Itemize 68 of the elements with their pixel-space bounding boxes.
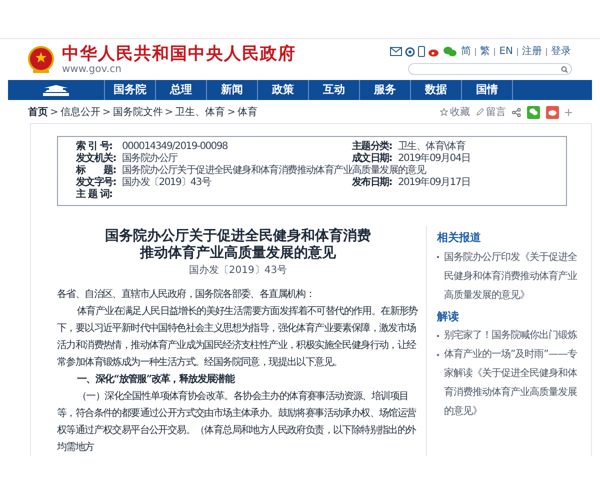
sidebar-heading: 相关报道 xyxy=(437,230,482,246)
related-link[interactable]: 别宅家了！国务院喊你出门锻炼 xyxy=(444,326,584,345)
sidebar-heading: 解读 xyxy=(437,308,460,324)
field-value: 国办发〔2019〕43号 xyxy=(122,177,212,189)
breadcrumb-separator: > xyxy=(102,106,111,120)
breadcrumb-link[interactable]: 信息公开 xyxy=(60,104,100,120)
action-link[interactable]: 收藏 xyxy=(440,104,470,120)
header-link[interactable]: 繁 xyxy=(479,44,492,59)
section-heading: 一、深化“放管服”改革，释放发展潜能 xyxy=(76,372,236,387)
field-label: 主 题 词: xyxy=(76,189,114,201)
article-title: 国务院办公厅关于促进全民健身和体育消费 xyxy=(104,228,372,244)
breadcrumb-separator: > xyxy=(227,106,236,120)
site-domain: www.gov.cn xyxy=(62,64,122,76)
field-value: 国务院办公厅关于促进全民健身和体育消费推动体育产业高质量发展的意见 xyxy=(122,165,426,176)
field-label: 标 题: xyxy=(76,165,117,176)
field-value: 卫生、体育\体育 xyxy=(398,141,465,153)
header-link[interactable]: 简 xyxy=(460,44,472,59)
field-label: 发文字号: xyxy=(76,177,117,188)
mail-icon[interactable] xyxy=(390,47,402,56)
action-link[interactable]: 留言 xyxy=(476,104,506,120)
pencil-icon xyxy=(476,108,484,116)
nav-tab[interactable]: 数据 xyxy=(411,80,462,100)
field-label: 索 引 号: xyxy=(76,141,114,152)
header-link[interactable]: EN xyxy=(498,44,514,59)
related-link[interactable]: 体育产业的一场”及时雨”——专家解读《关于促进全民健身和体育消费推动体育产业高质量发展的意见》 xyxy=(444,345,584,421)
paragraph: 各省、自治区、直辖市人民政府，国务院各部委、各直属机构： xyxy=(57,288,316,302)
breadcrumb-link[interactable]: 卫生、体育 xyxy=(175,104,226,120)
field-label: 发布日期: xyxy=(352,177,393,189)
wechat-icon[interactable] xyxy=(443,46,458,57)
header-link[interactable]: 登录 xyxy=(550,44,572,59)
share-icon[interactable] xyxy=(512,108,521,116)
article-title: 推动体育产业高质量发展的意见 xyxy=(138,245,337,262)
paragraph: （一）深化全国性单项体育协会改革。各协会主办的体育赛事活动资源、培训项目等，符合条件的都要通过公开方式交由市场主体承办。鼓励将赛事活动承办权、场馆运营权等通过产权交易平台公开交易。（体育总局和地方人民政府负责，以下除特别指出的外均需地方 xyxy=(57,390,418,455)
field-value: 国务院办公厅 xyxy=(122,153,179,164)
field-value: 2019年09月04日 xyxy=(398,153,470,164)
search-field[interactable] xyxy=(408,63,572,75)
field-label: 主题分类: xyxy=(352,141,393,152)
nav-tab[interactable]: 新闻 xyxy=(207,80,258,100)
wechat-share-icon[interactable] xyxy=(527,106,540,118)
phone-icon[interactable] xyxy=(418,46,426,57)
breadcrumb-link[interactable]: 体育 xyxy=(238,104,258,120)
header-link[interactable]: 注册 xyxy=(521,44,543,59)
gate-tower-icon[interactable] xyxy=(41,84,71,96)
field-label: 成文日期: xyxy=(352,153,393,164)
nav-tab[interactable]: 总理 xyxy=(156,80,207,100)
breadcrumb-separator: > xyxy=(50,106,58,120)
plus-icon[interactable] xyxy=(565,108,572,116)
site-title: 中华人民共和国中央人民政府 xyxy=(62,44,296,64)
nav-tab[interactable]: 服务 xyxy=(360,80,411,100)
breadcrumb-link[interactable]: 首页 xyxy=(28,104,48,120)
star-icon xyxy=(440,108,448,116)
related-link[interactable]: 国务院办公厅印发《关于促进全民健身和体育消费推动体育产业高质量发展的意见》 xyxy=(444,248,584,304)
paragraph: 体育产业在满足人民日益增长的美好生活需要方面发挥着不可替代的作用。在新形势下，要以习近平新时代中国特色社会主义思想为指导，强化体育产业要素保障，激发市场活力和消费热情，推动体育产业成为国民经济支柱性产业，积极实施全民健身行动，让经常参加体育锻炼成为一种生活方式。经国务院同意，现提出以下意见。 xyxy=(57,304,418,370)
weibo-icon[interactable] xyxy=(428,46,440,56)
breadcrumb-link[interactable]: 国务院文件 xyxy=(112,104,163,120)
nav-tab[interactable]: 政策 xyxy=(258,80,309,100)
nav-tab[interactable]: 国情 xyxy=(462,80,513,100)
document-number: 国办发〔2019〕43号 xyxy=(188,264,288,278)
nav-tab[interactable]: 互动 xyxy=(309,80,360,100)
field-value: 000014349/2019-00098 xyxy=(122,141,228,152)
breadcrumb-separator: > xyxy=(164,106,174,120)
circle-icon[interactable] xyxy=(405,46,416,56)
field-label: 发文机关: xyxy=(76,153,117,164)
weibo-share-icon[interactable] xyxy=(546,106,559,118)
emblem-icon xyxy=(28,46,54,74)
field-value: 2019年09月17日 xyxy=(398,177,470,189)
search-icon[interactable] xyxy=(561,66,568,72)
nav-tab[interactable]: 国务院 xyxy=(105,80,156,100)
